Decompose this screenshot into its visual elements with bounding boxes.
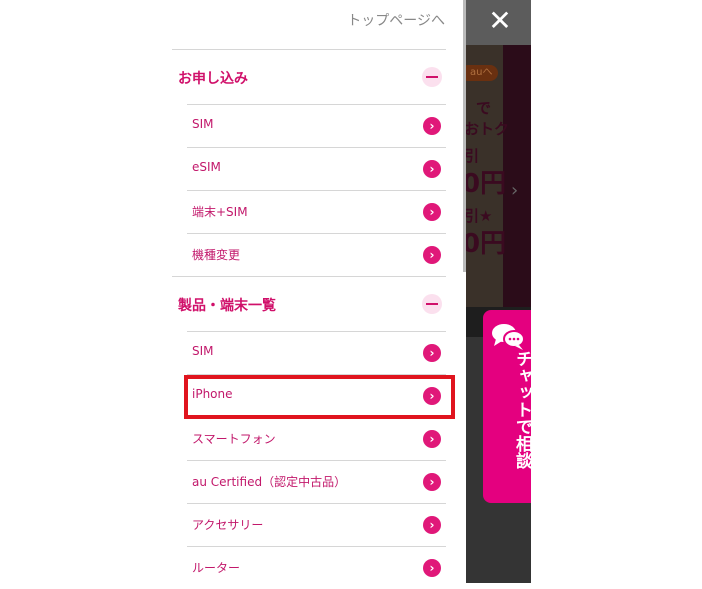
menu-item-label: ルーター — [192, 561, 241, 575]
menu-item-smartphone[interactable]: スマートフォン › — [187, 417, 446, 460]
background-banner: auへ で おトク 引 0円 引★ 0円 — [466, 45, 531, 307]
chat-consult-button[interactable]: チャットで相談 — [483, 310, 532, 503]
chat-label: チャットで相談 — [512, 350, 532, 469]
collapse-minus-icon[interactable] — [422, 67, 442, 87]
top-page-link[interactable]: トップページへ — [347, 10, 445, 30]
carousel-next-icon[interactable]: › — [511, 180, 518, 201]
chevron-right-icon: › — [423, 344, 441, 362]
menu-item-label: アクセサリー — [192, 518, 264, 532]
collapse-minus-icon[interactable] — [422, 294, 442, 314]
highlight-box — [184, 375, 455, 419]
chevron-right-icon: › — [423, 559, 441, 577]
chevron-right-icon: › — [423, 203, 441, 221]
menu-panel: トップページへ お申し込み SIM › eSIM › 端末+SIM › 機種変更 › 製… — [172, 0, 463, 583]
menu-item-label: SIM — [192, 117, 214, 131]
menu-item-device-sim[interactable]: 端末+SIM › — [187, 190, 446, 233]
chevron-right-icon: › — [423, 473, 441, 491]
menu-item-label: スマートフォン — [192, 432, 276, 446]
chevron-right-icon: › — [423, 160, 441, 178]
chat-bubble-icon — [492, 324, 525, 350]
chevron-right-icon: › — [423, 430, 441, 448]
menu-item-accessory[interactable]: アクセサリー › — [187, 503, 446, 546]
menu-item-au-certified[interactable]: au Certified（認定中古品） › — [187, 460, 446, 503]
menu-item-label: SIM — [192, 344, 214, 358]
menu-item-sim[interactable]: SIM › — [187, 104, 446, 147]
close-icon[interactable]: ✕ — [487, 7, 513, 35]
chevron-right-icon: › — [423, 117, 441, 135]
menu-item-label: au Certified（認定中古品） — [192, 475, 347, 489]
menu-item-label: eSIM — [192, 160, 221, 174]
chevron-right-icon: › — [423, 246, 441, 264]
menu-item-label: 端末+SIM — [192, 205, 248, 219]
section-apply-title[interactable]: お申し込み — [178, 68, 248, 88]
divider — [172, 49, 446, 50]
menu-item-model-change[interactable]: 機種変更 › — [187, 233, 446, 276]
section-products-title[interactable]: 製品・端末一覧 — [178, 295, 276, 315]
menu-item-esim[interactable]: eSIM › — [187, 147, 446, 190]
chevron-right-icon: › — [423, 516, 441, 534]
menu-item-label: 機種変更 — [192, 248, 241, 262]
divider — [172, 276, 446, 277]
menu-item-sim[interactable]: SIM › — [187, 331, 446, 374]
